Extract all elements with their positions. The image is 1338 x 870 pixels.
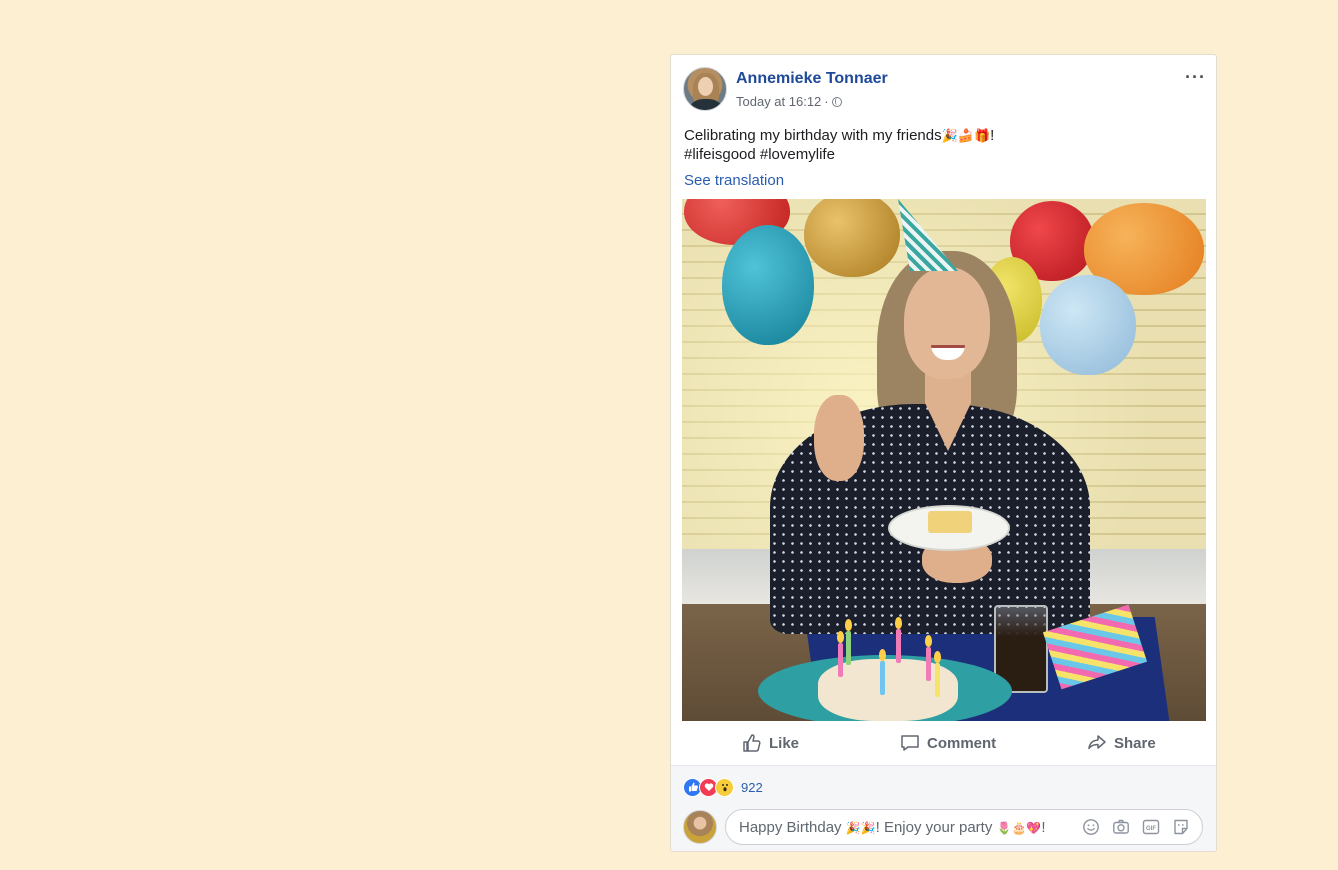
commenter-avatar [683, 810, 717, 844]
candle-flame [925, 635, 932, 647]
post-hashtags[interactable]: #lifeisgood #lovemylife [684, 146, 835, 163]
reaction-summary[interactable]: 922 [683, 777, 763, 797]
comment-label: Comment [927, 734, 997, 752]
post-card: Annemieke Tonnaer Today at 16:12 · ··· Ce… [670, 54, 1217, 852]
share-icon [1088, 735, 1106, 750]
sticker-icon[interactable] [1171, 817, 1191, 837]
post-text-emojis: 🎉🍰🎁 [941, 128, 991, 143]
photo-person-face [904, 267, 990, 379]
candle-flame [845, 619, 852, 631]
camera-icon[interactable] [1111, 817, 1131, 837]
balloon-teal [722, 225, 814, 345]
globe-icon[interactable] [831, 97, 842, 107]
candle [935, 663, 940, 697]
comment-text-end: ! [1041, 818, 1046, 836]
gif-icon[interactable]: GIF [1141, 817, 1161, 837]
share-button[interactable]: Share [1087, 721, 1156, 765]
thumbs-up-icon [743, 734, 761, 752]
comment-text-part1: Happy Birthday [739, 818, 846, 836]
wow-reaction-icon [715, 777, 734, 797]
photo-hand-fork [814, 395, 864, 481]
comment-button[interactable]: Comment [900, 721, 996, 765]
avatar-body [690, 99, 722, 110]
see-translation-link[interactable]: See translation [684, 172, 784, 189]
comment-emoji-flowers: 🌷🎂💖 [996, 820, 1042, 835]
post-text-line1: Celibrating my birthday with my friends [684, 127, 942, 144]
comment-text-part2: ! Enjoy your party [875, 818, 997, 836]
like-button[interactable]: Like [742, 721, 799, 765]
reaction-count[interactable]: 922 [741, 780, 763, 795]
candle-flame [879, 649, 886, 661]
post-meta: Today at 16:12 · [736, 94, 842, 109]
post-text-end: ! [990, 127, 995, 144]
candle [846, 631, 851, 665]
emoji-icon[interactable] [1081, 817, 1101, 837]
candle-flame [837, 631, 844, 643]
comment-emoji-party: 🎉🎉 [845, 820, 876, 835]
photo-cake-slice [928, 511, 972, 533]
candle [896, 629, 901, 663]
post-header: Annemieke Tonnaer Today at 16:12 · ··· [683, 67, 1206, 113]
comment-input[interactable]: Happy Birthday 🎉🎉! Enjoy your party 🌷🎂💖!… [725, 809, 1203, 845]
author-name[interactable]: Annemieke Tonnaer [736, 70, 888, 88]
candle [838, 643, 843, 677]
svg-text:GIF: GIF [1146, 826, 1156, 832]
comment-input-text[interactable]: Happy Birthday 🎉🎉! Enjoy your party 🌷🎂💖! [739, 819, 1081, 836]
author-avatar[interactable] [683, 67, 727, 111]
post-timestamp[interactable]: Today at 16:12 [736, 94, 821, 109]
avatar-face [698, 77, 713, 96]
candle [926, 647, 931, 681]
post-text: Celibrating my birthday with my friends🎉… [684, 126, 1204, 164]
comment-icon [901, 735, 919, 751]
like-label: Like [769, 734, 800, 752]
share-label: Share [1114, 734, 1156, 752]
more-options-icon[interactable]: ··· [1185, 67, 1206, 88]
post-action-bar: Like Comment Share [671, 721, 1216, 766]
post-footer: 922 Happy Birthday 🎉🎉! Enjoy your party … [671, 766, 1216, 851]
balloon-gold [804, 199, 900, 277]
meta-separator: · [824, 94, 829, 109]
post-photo[interactable] [682, 199, 1206, 721]
comment-input-icons: GIF [1081, 817, 1202, 837]
balloon-light-blue [1040, 275, 1136, 375]
candle-flame [934, 651, 941, 663]
candle-flame [895, 617, 902, 629]
candle [880, 661, 885, 695]
comment-composer: Happy Birthday 🎉🎉! Enjoy your party 🌷🎂💖!… [683, 809, 1203, 845]
